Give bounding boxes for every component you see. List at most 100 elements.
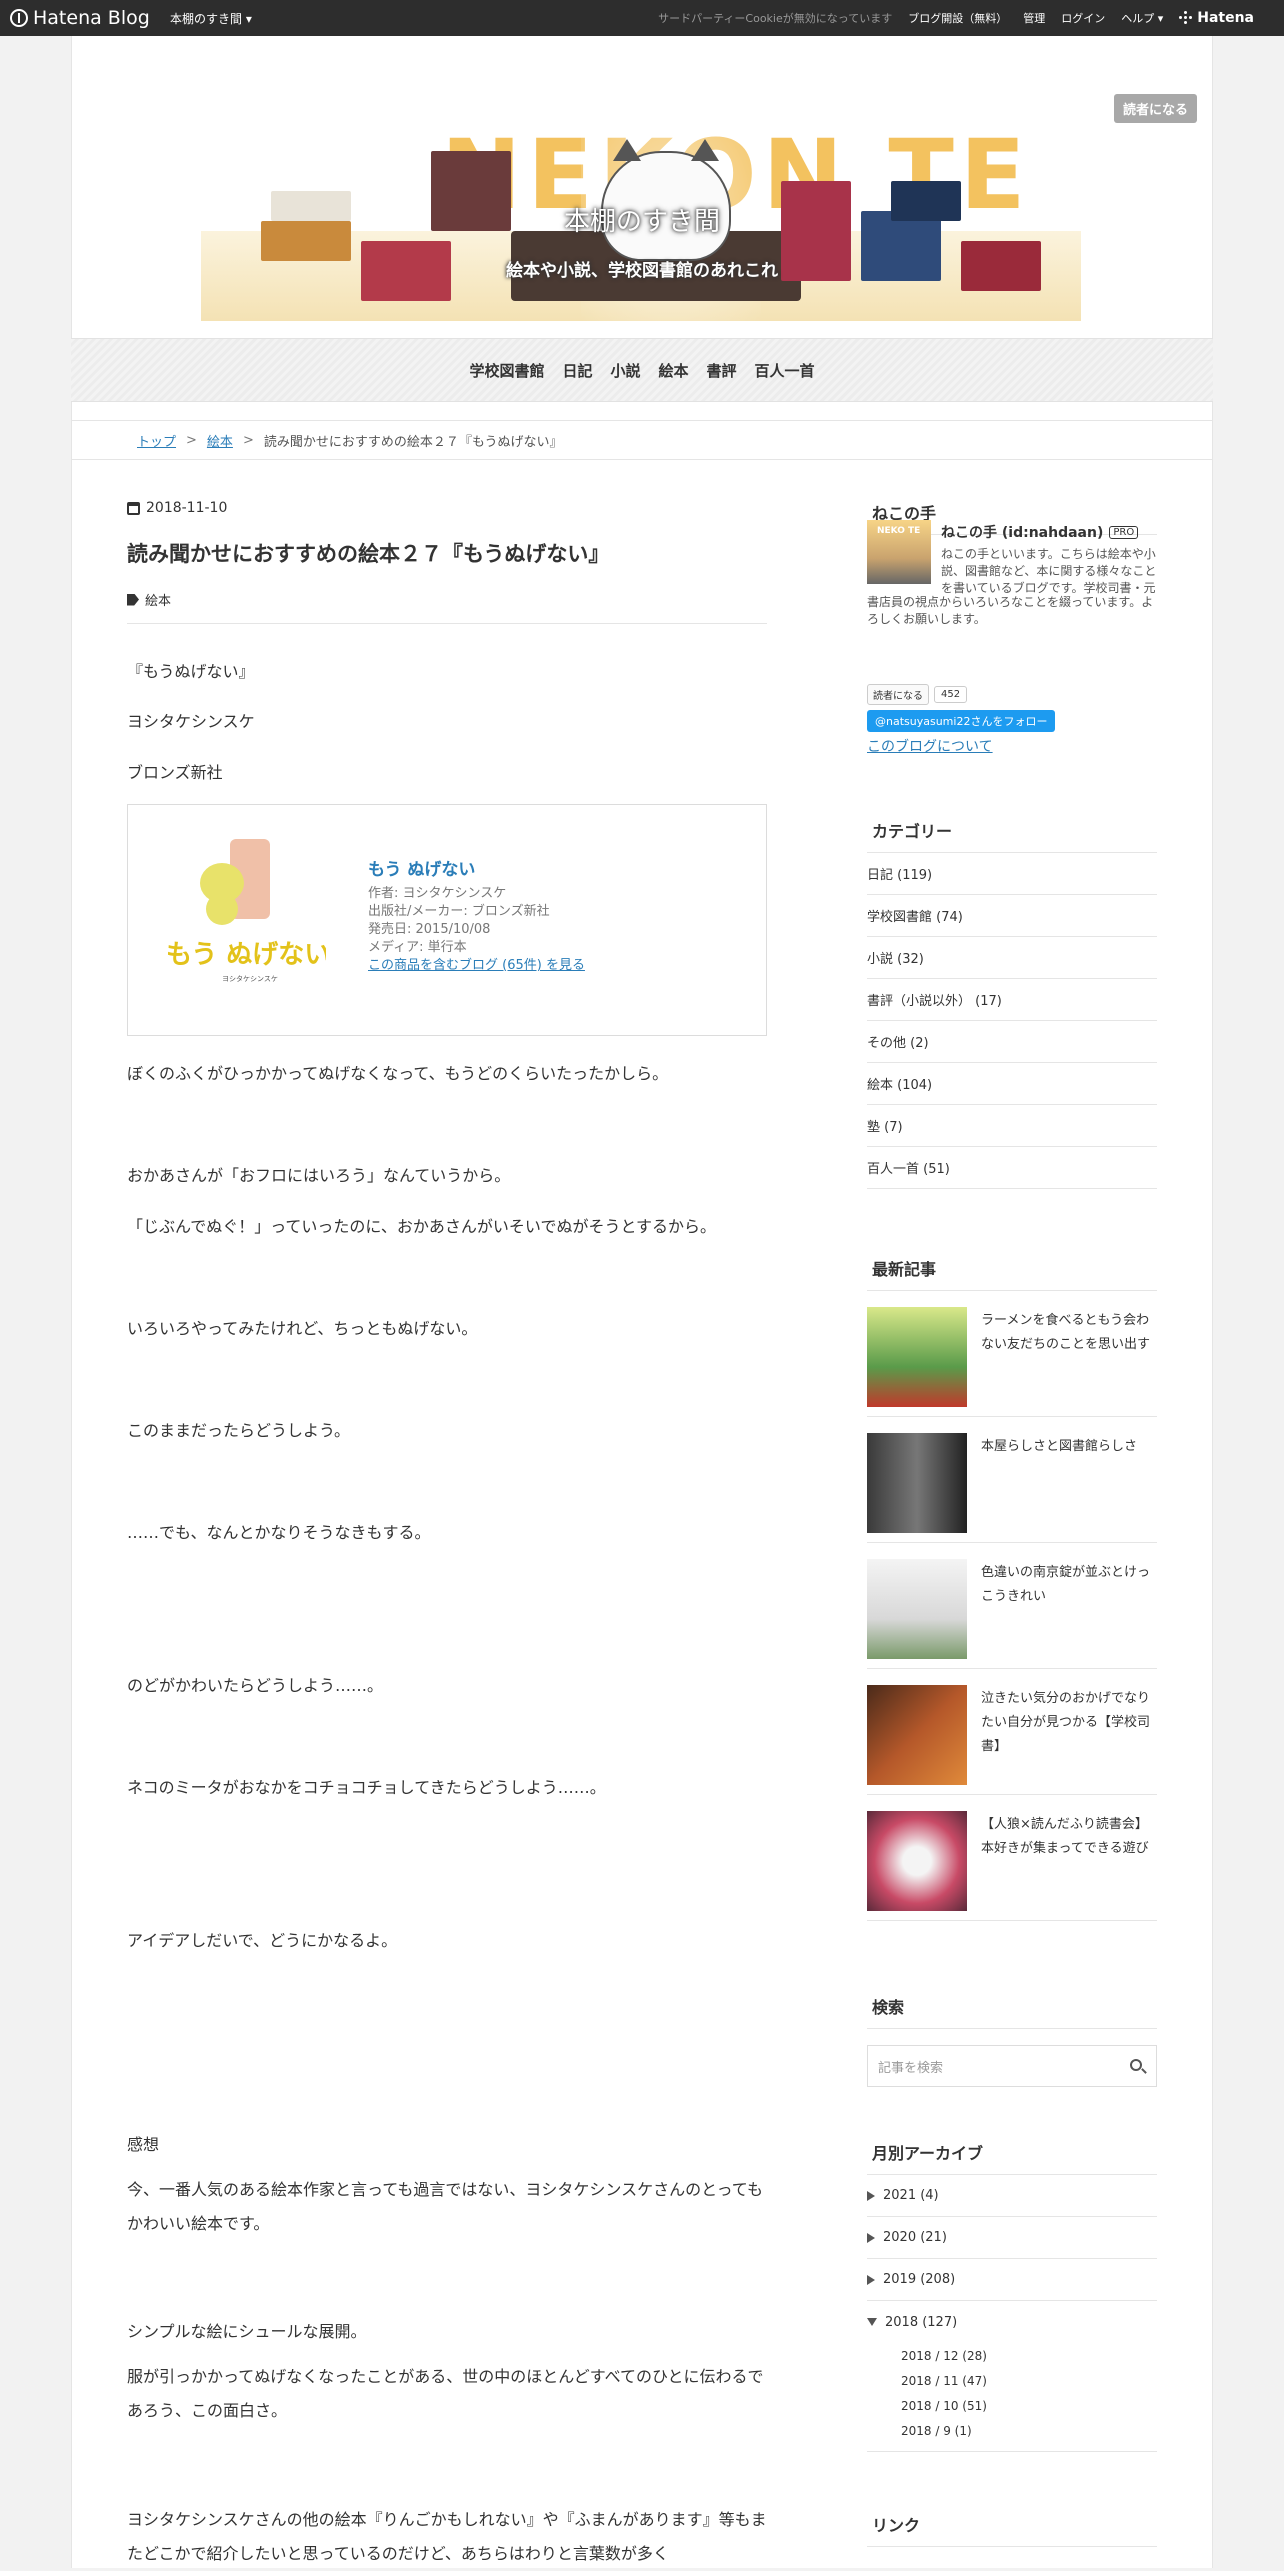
nav-item-library[interactable]: 学校図書館 [469, 360, 544, 381]
archive-heading: 月別アーカイブ [867, 2140, 1157, 2175]
archive-year[interactable]: 2020 (21) [867, 2217, 1157, 2259]
breadcrumb-top[interactable]: トップ [137, 431, 176, 450]
article-paragraph: 「じぶんでぬぐ！」っていったのに、おかあさんがいそいでぬがそうとするから。 [127, 1217, 716, 1236]
embed-author: 作者: ヨシタケシンスケ [368, 886, 507, 901]
archive-year-label[interactable]: 2021 (4) [883, 2188, 939, 2203]
article-paragraph: ネコのミータがおなかをコチョコチョしてきたらどうしよう……。 [127, 1778, 606, 1797]
recent-entry[interactable]: 泣きたい気分のおかげでなりたい自分が見つかる【学校司書】 [867, 1669, 1157, 1795]
nav-item-picturebook[interactable]: 絵本 [659, 360, 689, 381]
recent-entries-module: 最新記事 ラーメンを食べるともう会わない友だちのことを思い出す 本屋らしさと図書… [867, 1256, 1157, 1921]
recent-entry[interactable]: 本屋らしさと図書館らしさ [867, 1417, 1157, 1543]
embed-blog-link[interactable]: この商品を含むブログ (65件) を見る [368, 958, 585, 973]
recent-entry-thumbnail[interactable] [867, 1559, 967, 1659]
breadcrumb-separator: > [186, 432, 197, 448]
archive-year-label[interactable]: 2020 (21) [883, 2230, 947, 2245]
triangle-right-icon[interactable] [867, 2232, 875, 2243]
nav-item-review[interactable]: 書評 [707, 360, 737, 381]
nav-item-novel[interactable]: 小説 [610, 360, 640, 381]
recent-entry-title[interactable]: 色違いの南京錠が並ぶとけっこうきれい [981, 1561, 1157, 1609]
about-blog-link[interactable]: このブログについて [867, 736, 993, 756]
article-title[interactable]: 読み聞かせにおすすめの絵本２７『もうぬげない』 [127, 538, 767, 568]
blog-header: 読者になる NEKON TE 本棚のすき間 絵本や小説、学校図書館のあれこれ [71, 36, 1213, 336]
help-menu[interactable]: ヘルプ ▾ [1121, 10, 1163, 26]
search-module: 検索 記事を検索 [867, 1994, 1157, 2087]
triangle-down-icon[interactable] [867, 2318, 877, 2326]
category-item[interactable]: 百人一首 (51) [867, 1147, 1157, 1189]
article-paragraph: アイデアしだいで、どうにかなるよ。 [127, 1931, 398, 1950]
category-item[interactable]: 絵本 (104) [867, 1063, 1157, 1105]
recent-entry-thumbnail[interactable] [867, 1685, 967, 1785]
recent-entry[interactable]: 【人狼×読んだふり読書会】本好きが集まってできる遊び [867, 1795, 1157, 1921]
article-paragraph: ヨシタケシンスケさんの他の絵本『りんごかもしれない』や『ふまんがあります』等もま… [127, 2510, 767, 2563]
hatena-link-label: Hatena [1197, 10, 1254, 26]
archive-month[interactable]: 2018 / 12 (28) [867, 2343, 1157, 2368]
profile-module: ねこの手 NEKO TE ねこの手 (id:nahdaan) PRO ねこの手と… [867, 500, 1157, 755]
search-placeholder: 記事を検索 [878, 2060, 944, 2076]
archive-year[interactable]: 2019 (208) [867, 2259, 1157, 2301]
admin-link[interactable]: 管理 [1023, 10, 1045, 26]
hatena-link[interactable]: Hatena [1179, 10, 1270, 26]
category-item[interactable]: 小説 (32) [867, 937, 1157, 979]
nav-item-hyakunin[interactable]: 百人一首 [755, 360, 815, 381]
profile-name[interactable]: ねこの手 (id:nahdaan) PRO [941, 522, 1139, 542]
hatena-dots-icon [1179, 11, 1193, 25]
archive-year[interactable]: 2021 (4) [867, 2175, 1157, 2217]
recent-entry-thumbnail[interactable] [867, 1433, 967, 1533]
hatena-top-bar: Hatena Blog 本棚のすき間 ▾ サードパーティーCookieが無効にな… [0, 0, 1284, 36]
article-category: 絵本 [127, 590, 767, 624]
breadcrumb-category[interactable]: 絵本 [207, 431, 233, 450]
category-item[interactable]: その他 (2) [867, 1021, 1157, 1063]
recent-heading: 最新記事 [867, 1256, 1157, 1291]
avatar[interactable]: NEKO TE [867, 520, 931, 584]
links-heading: リンク [867, 2512, 1157, 2547]
category-heading: カテゴリー [867, 818, 1157, 853]
embed-book-title[interactable]: もう ぬげない [368, 861, 585, 879]
cookie-notice[interactable]: サードパーティーCookieが無効になっています [658, 10, 892, 26]
article-paragraph: ……でも、なんとかなりそうなきもする。 [127, 1523, 431, 1542]
login-link[interactable]: ログイン [1061, 10, 1105, 26]
category-item[interactable]: 日記 (119) [867, 853, 1157, 895]
recent-entry-title[interactable]: 本屋らしさと図書館らしさ [981, 1435, 1157, 1459]
triangle-right-icon[interactable] [867, 2190, 875, 2201]
book-cover-image[interactable]: もう ぬげない ヨシタケシンスケ [160, 839, 326, 989]
twitter-follow-button[interactable]: @natsuyasumi22さんをフォロー [867, 710, 1056, 732]
article: 2018-11-10 読み聞かせにおすすめの絵本２７『もうぬげない』 絵本 『も… [127, 500, 767, 2563]
article-paragraph: のどがかわいたらどうしよう……。 [127, 1676, 384, 1695]
recent-entry-title[interactable]: ラーメンを食べるともう会わない友だちのことを思い出す [981, 1309, 1157, 1357]
triangle-right-icon[interactable] [867, 2274, 875, 2285]
article-date[interactable]: 2018-11-10 [127, 500, 767, 516]
article-section-heading: 感想 [127, 2135, 160, 2154]
blog-title[interactable]: 本棚のすき間 [71, 201, 1213, 238]
archive-month[interactable]: 2018 / 10 (51) [867, 2393, 1157, 2418]
archive-year-label[interactable]: 2018 (127) [885, 2315, 957, 2330]
open-blog-link[interactable]: ブログ開設（無料） [908, 10, 1007, 26]
article-paragraph: ぼくのふくがひっかかってぬげなくなって、もうどのくらいたったかしら。 [127, 1064, 669, 1083]
archive-month[interactable]: 2018 / 11 (47) [867, 2368, 1157, 2393]
recent-entry-thumbnail[interactable] [867, 1811, 967, 1911]
recent-entry-thumbnail[interactable] [867, 1307, 967, 1407]
archive-year-label[interactable]: 2019 (208) [883, 2272, 955, 2287]
profile-subscribe-button[interactable]: 読者になる [867, 684, 929, 705]
category-item[interactable]: 書評（小説以外） (17) [867, 979, 1157, 1021]
subscribe-button[interactable]: 読者になる [1113, 94, 1197, 123]
archive-month[interactable]: 2018 / 9 (1) [867, 2418, 1157, 2443]
article-category-link[interactable]: 絵本 [145, 590, 171, 609]
article-paragraph: 服が引っかかってぬげなくなったことがある、世の中のほとんどすべてのひとに伝わるで… [127, 2367, 764, 2420]
search-input[interactable]: 記事を検索 [867, 2045, 1157, 2087]
recent-entry[interactable]: ラーメンを食べるともう会わない友だちのことを思い出す [867, 1291, 1157, 1417]
category-item[interactable]: 学校図書館 (74) [867, 895, 1157, 937]
article-paragraph: 今、一番人気のある絵本作家と言っても過言ではない、ヨシタケシンスケさんのとっても… [127, 2180, 764, 2233]
recent-entry-title[interactable]: 【人狼×読んだふり読書会】本好きが集まってできる遊び [981, 1813, 1157, 1861]
pro-badge: PRO [1109, 525, 1139, 539]
recent-entry[interactable]: 色違いの南京錠が並ぶとけっこうきれい [867, 1543, 1157, 1669]
breadcrumb-current: 読み聞かせにおすすめの絵本２７『もうぬげない』 [263, 434, 563, 450]
recent-entry-title[interactable]: 泣きたい気分のおかげでなりたい自分が見つかる【学校司書】 [981, 1687, 1157, 1759]
category-item[interactable]: 塾 (7) [867, 1105, 1157, 1147]
search-icon[interactable] [1130, 2059, 1142, 2071]
search-heading: 検索 [867, 1994, 1157, 2029]
nav-item-diary[interactable]: 日記 [562, 360, 592, 381]
blog-menu[interactable]: 本棚のすき間 ▾ [170, 10, 252, 27]
cover-author-text: ヨシタケシンスケ [222, 974, 278, 983]
hatena-blog-logo[interactable]: Hatena Blog [10, 7, 150, 29]
category-module: カテゴリー 日記 (119) 学校図書館 (74) 小説 (32) 書評（小説以… [867, 818, 1157, 1189]
